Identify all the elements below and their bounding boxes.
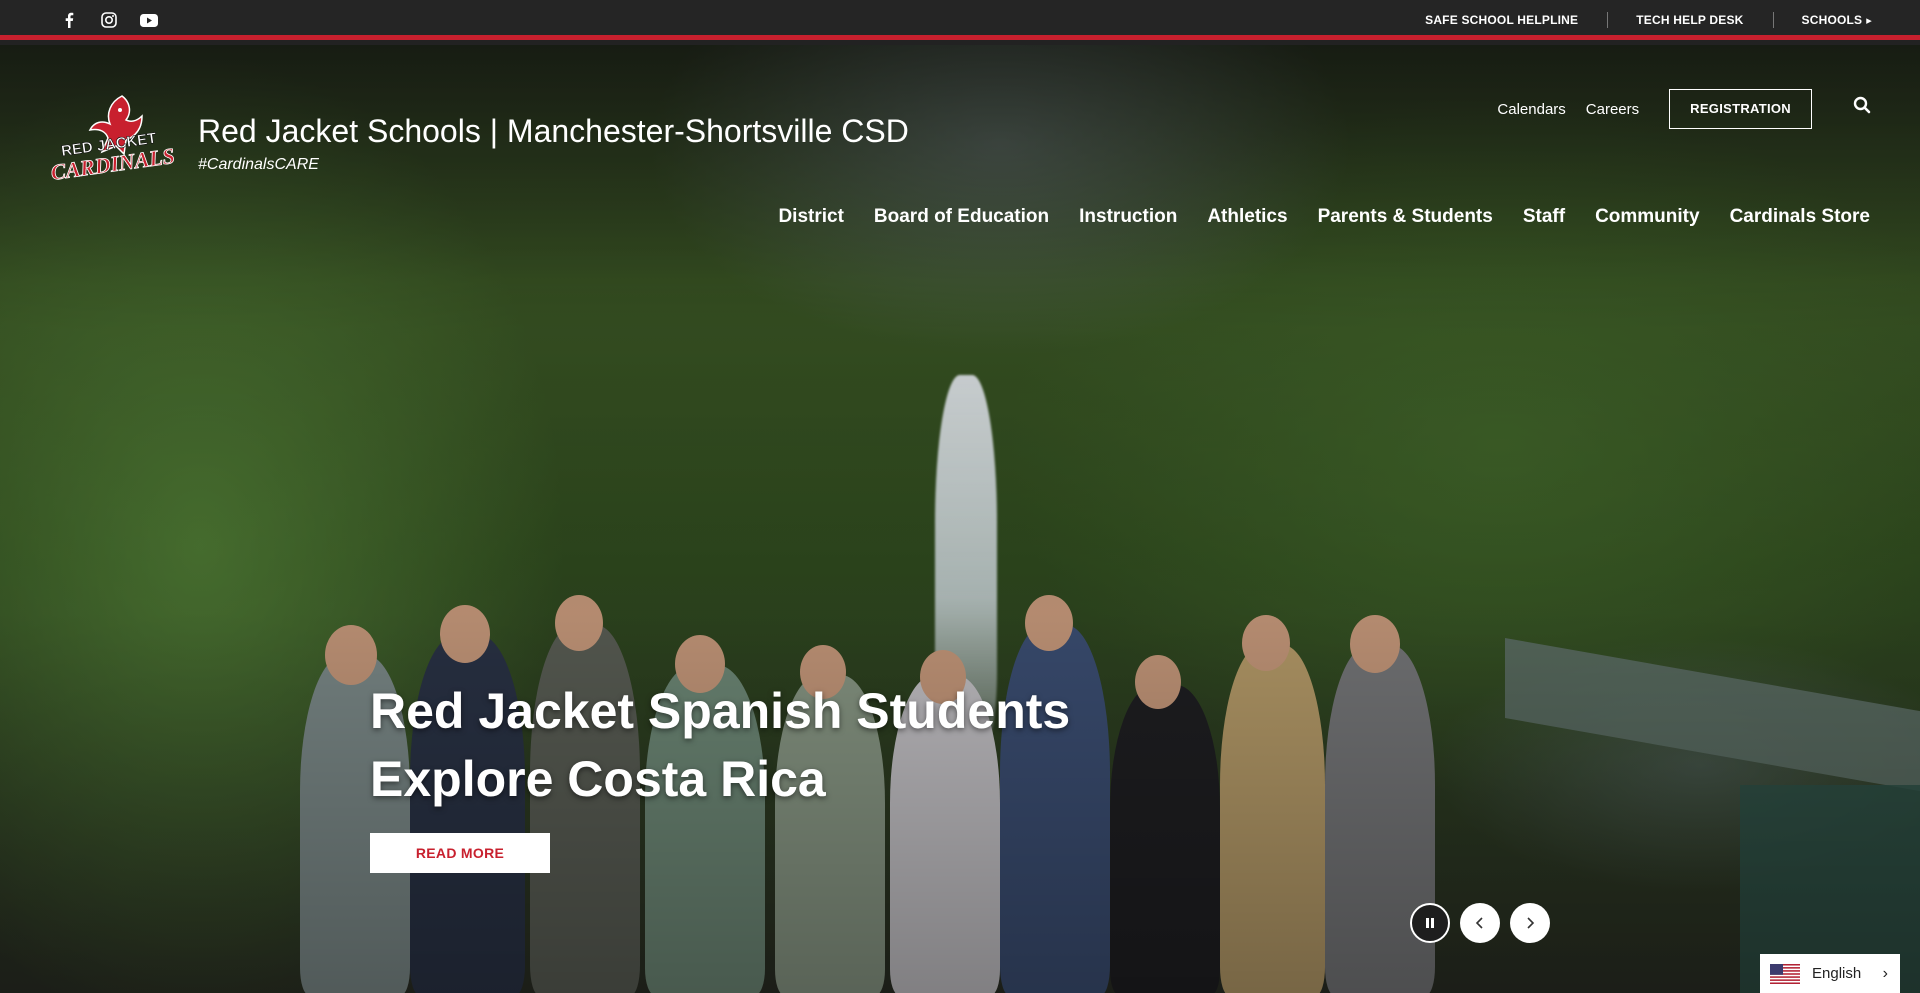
- us-flag-icon: [1770, 963, 1800, 984]
- hero-overlay: [0, 45, 1920, 993]
- quick-links: Calendars Careers REGISTRATION: [1497, 89, 1812, 129]
- utility-bar: SAFE SCHOOL HELPLINE TECH HELP DESK SCHO…: [0, 0, 1920, 40]
- schools-dropdown[interactable]: SCHOOLS ▸: [1772, 12, 1872, 28]
- chevron-right-icon: ▸: [1866, 15, 1872, 27]
- safe-school-helpline-link[interactable]: SAFE SCHOOL HELPLINE: [1396, 13, 1607, 27]
- read-more-button[interactable]: READ MORE: [370, 833, 550, 873]
- site-tagline: #CardinalsCARE: [198, 156, 319, 173]
- nav-cardinals-store[interactable]: Cardinals Store: [1730, 206, 1870, 228]
- site-title[interactable]: Red Jacket Schools | Manchester-Shortsvi…: [198, 113, 909, 150]
- chevron-right-icon: ›: [1882, 964, 1888, 982]
- search-icon[interactable]: [1853, 96, 1875, 118]
- nav-board-of-education[interactable]: Board of Education: [874, 206, 1049, 228]
- nav-community[interactable]: Community: [1595, 206, 1700, 228]
- youtube-icon[interactable]: [138, 9, 160, 31]
- chevron-left-icon: [1475, 917, 1483, 929]
- facebook-icon[interactable]: [58, 9, 80, 31]
- previous-slide-button[interactable]: [1460, 903, 1500, 943]
- registration-button[interactable]: REGISTRATION: [1669, 89, 1812, 129]
- utility-links: SAFE SCHOOL HELPLINE TECH HELP DESK SCHO…: [1396, 0, 1872, 40]
- tech-help-desk-link[interactable]: TECH HELP DESK: [1607, 12, 1772, 28]
- nav-athletics[interactable]: Athletics: [1207, 206, 1287, 228]
- nav-instruction[interactable]: Instruction: [1079, 206, 1177, 228]
- careers-link[interactable]: Careers: [1586, 101, 1639, 118]
- schools-label: SCHOOLS: [1801, 13, 1863, 27]
- language-selector[interactable]: English ›: [1760, 954, 1900, 993]
- next-slide-button[interactable]: [1510, 903, 1550, 943]
- nav-staff[interactable]: Staff: [1523, 206, 1565, 228]
- social-links: [58, 9, 160, 31]
- calendars-link[interactable]: Calendars: [1497, 101, 1565, 118]
- language-label: English: [1812, 965, 1862, 982]
- cardinals-logo[interactable]: RED JACKET CARDINALS: [49, 92, 180, 188]
- slide-headline: Red Jacket Spanish Students Explore Cost…: [370, 683, 1071, 807]
- chevron-right-icon: [1527, 917, 1535, 929]
- slideshow-controls: [1410, 903, 1550, 943]
- nav-district[interactable]: District: [778, 206, 843, 228]
- instagram-icon[interactable]: [98, 9, 120, 31]
- pause-button[interactable]: [1410, 903, 1450, 943]
- main-navigation: District Board of Education Instruction …: [748, 206, 1870, 228]
- nav-parents-students[interactable]: Parents & Students: [1318, 206, 1493, 228]
- hero-slideshow: [0, 45, 1920, 993]
- pause-icon: [1426, 918, 1434, 928]
